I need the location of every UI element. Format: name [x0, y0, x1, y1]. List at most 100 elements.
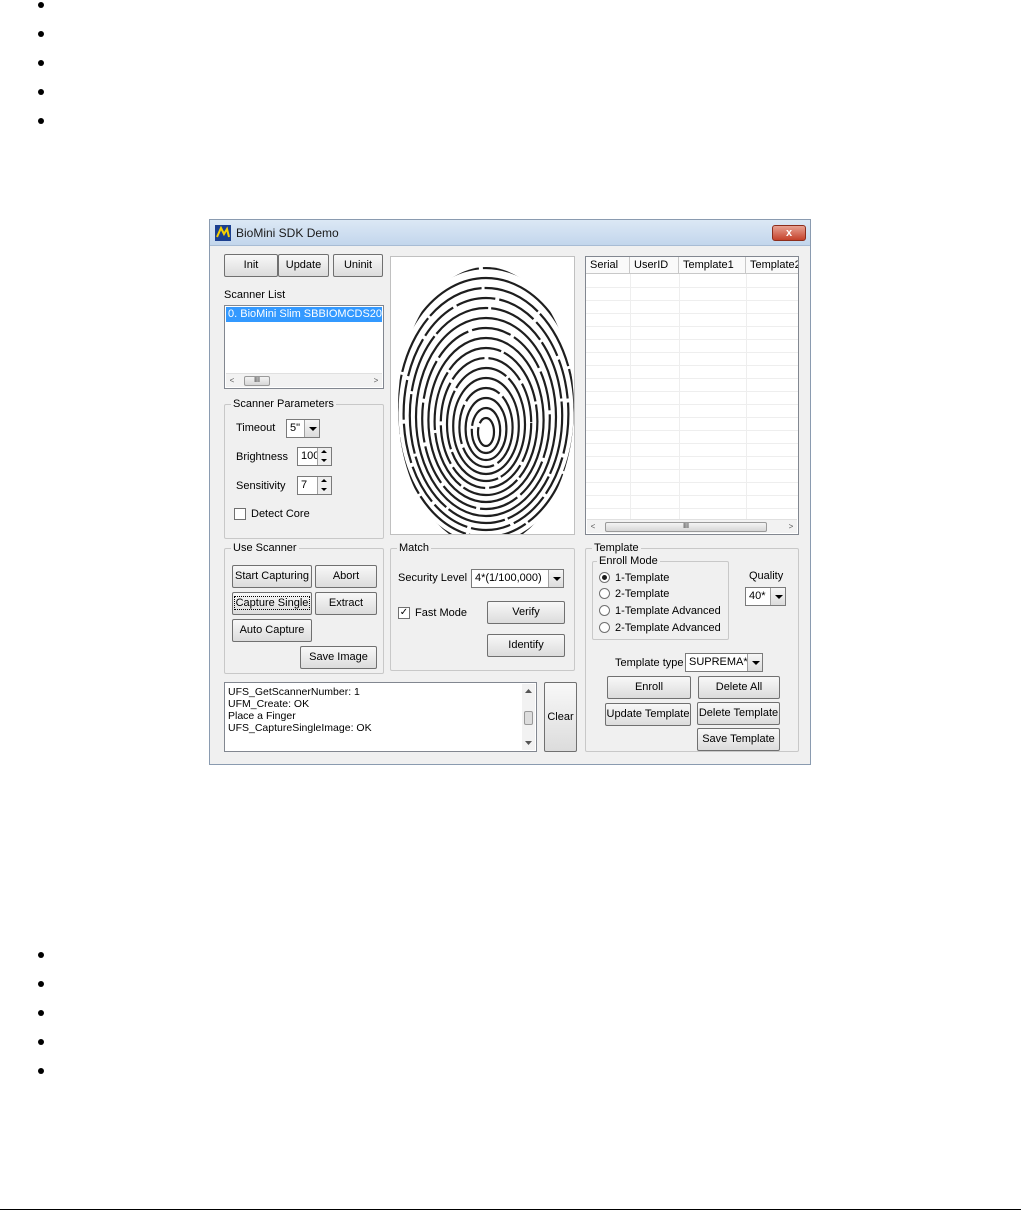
- delete-template-button[interactable]: Delete Template: [697, 702, 780, 725]
- auto-capture-button[interactable]: Auto Capture: [232, 619, 312, 642]
- bullet-mark: [38, 981, 44, 987]
- table-row-line: [586, 326, 798, 327]
- delete-all-button[interactable]: Delete All: [698, 676, 780, 699]
- table-row-line: [586, 469, 798, 470]
- save-image-button[interactable]: Save Image: [300, 646, 377, 669]
- app-logo-icon: [215, 225, 231, 241]
- table-row-line: [586, 352, 798, 353]
- save-template-button[interactable]: Save Template: [697, 728, 780, 751]
- log-line: UFM_Create: OK: [228, 698, 310, 710]
- fingerprint-icon: [398, 267, 574, 534]
- quality-label: Quality: [749, 570, 784, 582]
- column-header-template1[interactable]: Template1: [679, 257, 746, 274]
- chevron-down-icon[interactable]: [747, 654, 762, 671]
- footer-rule: [0, 1209, 1021, 1210]
- security-level-select[interactable]: 4*(1/100,000): [471, 569, 564, 588]
- scroll-left-icon[interactable]: <: [587, 520, 599, 534]
- scroll-left-icon[interactable]: <: [226, 374, 238, 388]
- scroll-up-icon[interactable]: [522, 686, 535, 696]
- spin-arrows-icon[interactable]: [317, 477, 331, 494]
- table-row-line: [586, 443, 798, 444]
- security-level-label: Security Level: [398, 572, 468, 584]
- template-title: Template: [592, 542, 641, 554]
- table-row-line: [586, 339, 798, 340]
- abort-button[interactable]: Abort: [315, 565, 377, 588]
- sensitivity-label: Sensitivity: [236, 480, 286, 492]
- update-template-button[interactable]: Update Template: [605, 703, 691, 726]
- title-bar[interactable]: BioMini SDK Demo x: [210, 220, 810, 246]
- log-line: Place a Finger: [228, 710, 296, 722]
- table-row-line: [586, 495, 798, 496]
- bullet-mark: [38, 1010, 44, 1016]
- extract-button[interactable]: Extract: [315, 592, 377, 615]
- log-line: UFS_GetScannerNumber: 1: [228, 686, 360, 698]
- scanner-list-item[interactable]: 0. BioMini Slim SBBIOMCDS2015: [226, 307, 382, 322]
- match-group: Match Security Level 4*(1/100,000) ✓ Fas…: [390, 542, 575, 671]
- scroll-right-icon[interactable]: >: [370, 374, 382, 388]
- scroll-right-icon[interactable]: >: [785, 520, 797, 534]
- quality-select[interactable]: 40*: [745, 587, 786, 606]
- spin-arrows-icon[interactable]: [317, 448, 331, 465]
- enroll-mode-radio-3[interactable]: [599, 605, 610, 616]
- uninit-button[interactable]: Uninit: [333, 254, 383, 277]
- biomini-window: BioMini SDK Demo x Init Update Uninit Sc…: [209, 219, 811, 765]
- table-body: [586, 274, 798, 520]
- column-header-serial[interactable]: Serial: [586, 257, 630, 274]
- sensitivity-stepper[interactable]: 7: [297, 476, 332, 495]
- log-output[interactable]: UFS_GetScannerNumber: 1 UFM_Create: OK P…: [224, 682, 537, 752]
- table-row-line: [586, 300, 798, 301]
- log-scrollbar[interactable]: [522, 684, 535, 750]
- verify-button[interactable]: Verify: [487, 601, 565, 624]
- enroll-mode-radio-2[interactable]: [599, 588, 610, 599]
- bullet-mark: [38, 60, 44, 66]
- table-row-line: [586, 417, 798, 418]
- scanner-list[interactable]: 0. BioMini Slim SBBIOMCDS2015 < III >: [224, 305, 384, 389]
- timeout-select[interactable]: 5": [286, 419, 320, 438]
- clear-button[interactable]: Clear: [544, 682, 577, 752]
- table-row-line: [586, 391, 798, 392]
- chevron-down-icon[interactable]: [548, 570, 563, 587]
- bullet-mark: [38, 31, 44, 37]
- scroll-thumb[interactable]: [524, 711, 533, 725]
- table-row-line: [586, 287, 798, 288]
- bullet-mark: [38, 1068, 44, 1074]
- scroll-down-icon[interactable]: [522, 738, 535, 748]
- column-header-userid[interactable]: UserID: [630, 257, 679, 274]
- detect-core-checkbox[interactable]: [234, 508, 246, 520]
- table-scrollbar[interactable]: < III >: [587, 519, 797, 533]
- table-row-line: [586, 430, 798, 431]
- brightness-stepper[interactable]: 100: [297, 447, 332, 466]
- use-scanner-group: Use Scanner Start Capturing Abort Captur…: [224, 542, 384, 674]
- start-capturing-button[interactable]: Start Capturing: [232, 565, 312, 588]
- window-title: BioMini SDK Demo: [236, 226, 339, 240]
- use-scanner-title: Use Scanner: [231, 542, 299, 554]
- template-type-select[interactable]: SUPREMA*: [685, 653, 763, 672]
- fast-mode-checkbox[interactable]: ✓: [398, 607, 410, 619]
- table-row-line: [586, 313, 798, 314]
- enroll-mode-radio-1[interactable]: [599, 572, 610, 583]
- user-table[interactable]: Serial UserID Template1 Template2 < III …: [585, 256, 799, 535]
- chevron-down-icon[interactable]: [304, 420, 319, 437]
- close-button[interactable]: x: [772, 225, 806, 241]
- table-row-line: [586, 365, 798, 366]
- log-line: UFS_CaptureSingleImage: OK: [228, 722, 372, 734]
- identify-button[interactable]: Identify: [487, 634, 565, 657]
- scroll-thumb[interactable]: III: [605, 522, 767, 532]
- enroll-mode-radio-4[interactable]: [599, 622, 610, 633]
- brightness-label: Brightness: [236, 451, 288, 463]
- scanner-parameters-group: Scanner Parameters Timeout 5" Brightness…: [224, 398, 384, 539]
- table-row-line: [586, 482, 798, 483]
- scroll-thumb[interactable]: III: [244, 376, 270, 386]
- init-button[interactable]: Init: [224, 254, 278, 277]
- enroll-mode-label: 2-Template: [615, 588, 670, 600]
- enroll-button[interactable]: Enroll: [607, 676, 691, 699]
- scanner-parameters-title: Scanner Parameters: [231, 398, 336, 410]
- fingerprint-image: [390, 256, 575, 535]
- capture-single-button[interactable]: Capture Single: [232, 592, 312, 615]
- scanner-list-scrollbar[interactable]: < III >: [226, 373, 382, 387]
- timeout-label: Timeout: [236, 422, 276, 434]
- table-column-line: [746, 274, 747, 520]
- update-button[interactable]: Update: [278, 254, 329, 277]
- column-header-template2[interactable]: Template2: [746, 257, 798, 274]
- chevron-down-icon[interactable]: [770, 588, 785, 605]
